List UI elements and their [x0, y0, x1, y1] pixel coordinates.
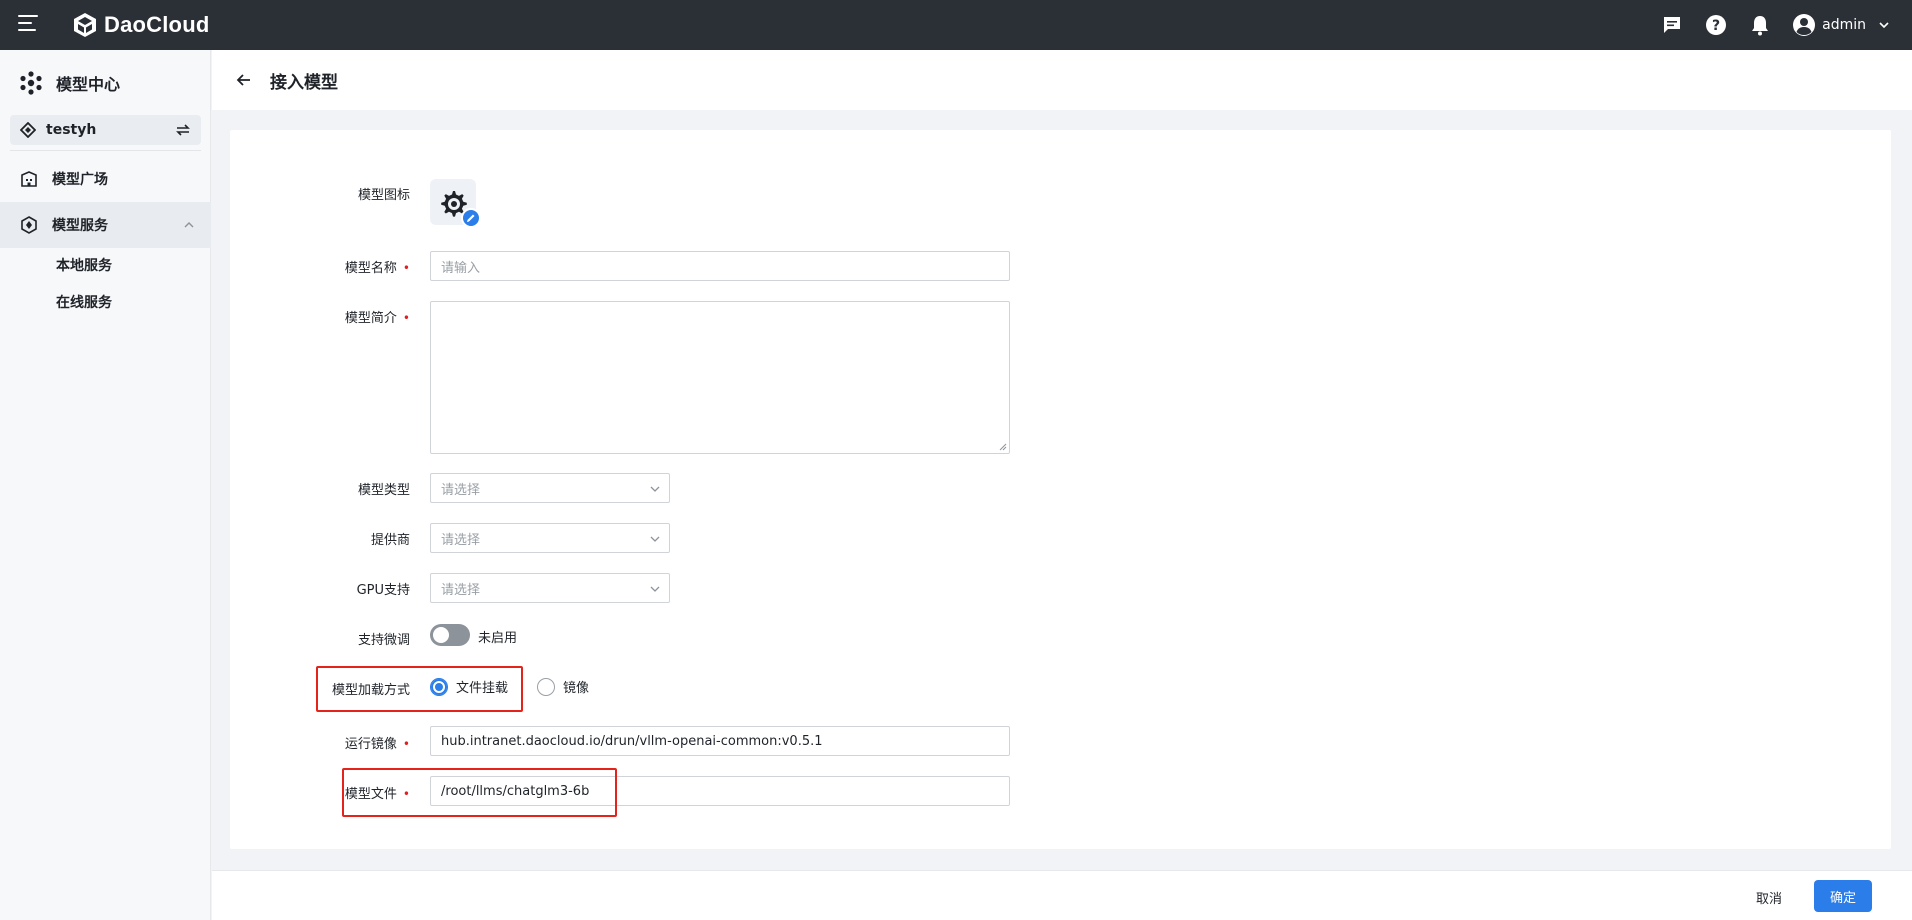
help-icon[interactable]: ? — [1704, 13, 1728, 37]
gpu-support-select[interactable]: 请选择 — [430, 573, 670, 603]
back-arrow-icon[interactable] — [234, 70, 254, 90]
building-icon — [21, 171, 37, 187]
gpu-label: GPU支持 — [356, 583, 410, 598]
workspace-switcher[interactable]: testyh — [10, 115, 201, 145]
chevron-down-icon — [650, 536, 660, 542]
finetune-label: 支持微调 — [357, 633, 410, 648]
file-label: 模型文件 • — [344, 787, 410, 802]
resize-grip-icon[interactable] — [998, 442, 1007, 451]
desc-label: 模型简介 • — [344, 311, 410, 326]
edit-pencil-icon[interactable] — [461, 208, 481, 228]
message-icon[interactable] — [1660, 13, 1684, 37]
sidebar-subitem-online-service[interactable]: 在线服务 — [56, 292, 112, 312]
model-name-input[interactable]: 请输入 — [430, 251, 1010, 281]
radio-file-mount[interactable]: 文件挂载 — [430, 677, 508, 696]
hamburger-menu-icon[interactable] — [18, 15, 38, 33]
image-label: 运行镜像 • — [344, 737, 410, 752]
provider-label: 提供商 — [370, 533, 410, 548]
radio-image[interactable]: 镜像 — [537, 677, 589, 696]
runtime-image-input[interactable]: hub.intranet.daocloud.io/drun/vllm-opena… — [430, 726, 1010, 756]
brand-logo[interactable]: DaoCloud — [72, 10, 209, 40]
model-file-input[interactable]: /root/llms/chatglm3-6b — [430, 776, 1010, 806]
switch-arrows-icon[interactable] — [175, 122, 191, 138]
page-title: 接入模型 — [270, 73, 338, 93]
type-label: 模型类型 — [357, 483, 410, 498]
user-menu[interactable]: admin — [1792, 13, 1890, 37]
sidebar-item-label: 模型服务 — [52, 218, 108, 234]
user-avatar-icon — [1793, 14, 1816, 36]
chevron-down-icon — [650, 586, 660, 592]
form-footer: 取消 确定 — [212, 870, 1912, 920]
confirm-button[interactable]: 确定 — [1814, 880, 1872, 912]
radio-selected-icon — [430, 677, 448, 696]
model-type-placeholder: 请选择 — [441, 482, 481, 498]
finetune-state: 未启用 — [478, 631, 518, 646]
finetune-toggle[interactable] — [430, 624, 470, 646]
name-label: 模型名称 • — [344, 261, 410, 276]
load-method-label: 模型加载方式 — [331, 683, 410, 698]
radio-image-label: 镜像 — [563, 681, 590, 696]
radio-unselected-icon — [537, 677, 555, 696]
workspace-icon — [20, 122, 36, 138]
user-name: admin — [1822, 17, 1866, 33]
sidebar: 模型中心 testyh 模型广场 模型服务 本地服务 在线服务 — [0, 50, 211, 920]
model-desc-textarea[interactable] — [430, 301, 1010, 454]
provider-select[interactable]: 请选择 — [430, 523, 670, 553]
model-center-icon — [20, 71, 42, 95]
cancel-button[interactable]: 取消 — [1744, 883, 1794, 911]
sidebar-subitem-local-service[interactable]: 本地服务 — [56, 255, 112, 275]
top-bar: DaoCloud ? admin — [0, 0, 1912, 50]
sidebar-divider — [10, 150, 201, 151]
sidebar-item-label: 模型广场 — [52, 172, 108, 188]
sidebar-item-model-service[interactable]: 模型服务 — [0, 202, 211, 248]
brand-name: DaoCloud — [104, 12, 210, 37]
daocloud-logo-icon — [74, 13, 96, 37]
chevron-down-icon — [1879, 22, 1889, 29]
sidebar-title: 模型中心 — [18, 70, 120, 96]
sidebar-item-model-plaza[interactable]: 模型广场 — [0, 156, 211, 202]
chevron-down-icon — [650, 486, 660, 492]
provider-placeholder: 请选择 — [441, 532, 481, 548]
service-hex-icon — [21, 216, 37, 234]
page-header: 接入模型 — [212, 50, 1912, 110]
bell-icon[interactable] — [1748, 13, 1772, 37]
icon-label: 模型图标 — [357, 188, 410, 203]
radio-file-mount-label: 文件挂载 — [456, 681, 509, 696]
sidebar-title-text: 模型中心 — [56, 75, 121, 94]
chevron-up-icon — [184, 222, 194, 228]
gpu-placeholder: 请选择 — [441, 582, 481, 598]
svg-text:?: ? — [1712, 18, 1720, 34]
workspace-name: testyh — [46, 122, 97, 138]
model-type-select[interactable]: 请选择 — [430, 473, 670, 503]
